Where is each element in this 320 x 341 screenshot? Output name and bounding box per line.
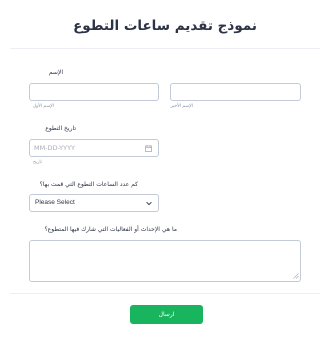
submit-button[interactable]: ارسال xyxy=(130,305,203,324)
chevron-down-icon xyxy=(146,201,152,206)
first-name-input[interactable] xyxy=(29,83,159,101)
name-label: الإسم xyxy=(48,69,63,76)
title-divider xyxy=(10,48,320,49)
date-input[interactable] xyxy=(34,140,144,156)
hours-select[interactable]: Please Select xyxy=(29,194,159,212)
volunteer-hours-form: نموذج تقديم ساعات التطوع الإسم الإسم الأ… xyxy=(10,0,320,341)
hours-select-value: Please Select xyxy=(35,199,75,206)
hours-label: كم عدد الساعات التطوع التي قمت بها؟ xyxy=(39,181,138,188)
date-sublabel: تاريخ xyxy=(33,160,42,165)
form-title: نموذج تقديم ساعات التطوع xyxy=(73,18,257,34)
events-textarea[interactable] xyxy=(29,240,301,282)
last-name-input[interactable] xyxy=(170,83,301,101)
last-name-sublabel: الإسم الأخير xyxy=(170,104,193,109)
events-label: ما هي الإحداث أو الفعاليات التي شارك فيه… xyxy=(44,226,178,233)
footer-divider xyxy=(10,293,320,294)
calendar-icon[interactable] xyxy=(145,145,152,152)
volunteer-date-label: تاريخ التطوع xyxy=(45,125,76,132)
first-name-sublabel: الإسم الأول xyxy=(32,104,54,109)
date-field[interactable] xyxy=(29,139,159,157)
